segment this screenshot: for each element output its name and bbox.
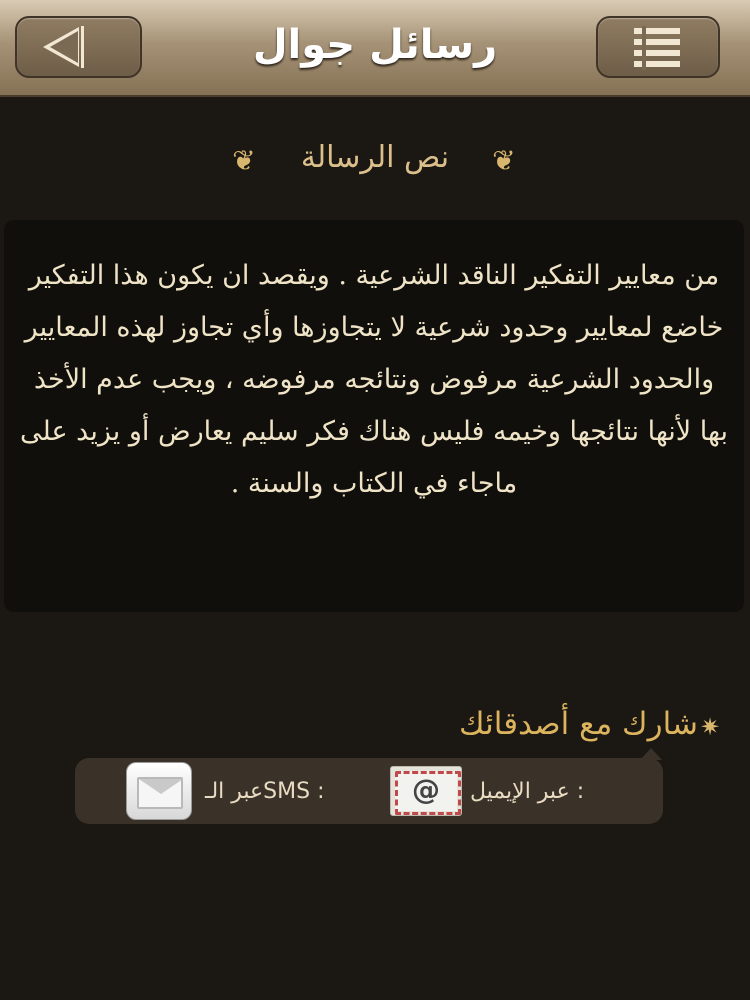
message-text: من معايير التفكير الناقد الشرعية . ويقصد… bbox=[20, 260, 728, 499]
email-share-label: عبر الإيميل : bbox=[470, 779, 585, 804]
navigation-bar: رسائل جوال bbox=[0, 0, 750, 97]
sms-share-button[interactable] bbox=[126, 762, 192, 820]
ornament-icon: ❦ bbox=[492, 144, 516, 177]
at-sign-icon: @ bbox=[412, 773, 440, 806]
menu-button[interactable] bbox=[596, 16, 720, 78]
message-container: من معايير التفكير الناقد الشرعية . ويقصد… bbox=[4, 220, 744, 612]
star-ornament-icon: ✷ bbox=[700, 713, 721, 741]
message-heading: نص الرسالة bbox=[300, 140, 450, 175]
share-heading: شارك مع أصدقائك bbox=[459, 706, 698, 742]
sms-share-label: عبر الـSMS : bbox=[205, 779, 325, 804]
email-share-button[interactable]: @ bbox=[390, 766, 462, 816]
